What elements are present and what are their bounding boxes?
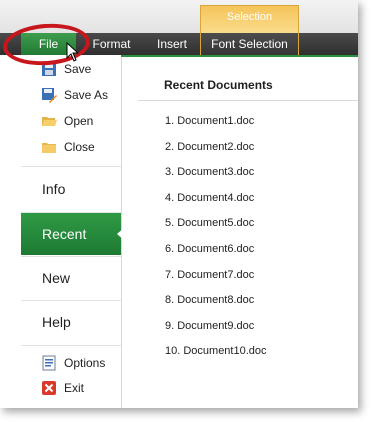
save-as-icon [42,88,57,103]
recent-document-item[interactable]: 8. Document8.doc [165,294,267,320]
open-command[interactable]: Open [21,110,121,132]
save-as-command[interactable]: Save As [21,84,121,106]
recent-documents-title: Recent Documents [164,78,273,92]
folder-close-icon [42,143,56,153]
close-label: Close [64,140,95,154]
open-label: Open [64,114,94,128]
divider [138,100,358,101]
recent-document-item[interactable]: 2. Document2.doc [165,141,267,167]
divider [21,166,121,167]
selected-pointer-icon [117,227,125,241]
application-window: Selection File Format Insert Font Select… [0,0,358,408]
recent-documents-list: 1. Document1.doc 2. Document2.doc 3. Doc… [165,115,267,371]
backstage-item-new[interactable]: New [21,257,121,299]
recent-document-item[interactable]: 5. Document5.doc [165,217,267,243]
save-label: Save [64,62,92,76]
divider [21,345,121,346]
backstage-item-recent[interactable]: Recent [21,213,121,255]
exit-icon [42,381,56,395]
close-command[interactable]: Close [21,136,121,158]
recent-document-item[interactable]: 1. Document1.doc [165,115,267,141]
recent-document-item[interactable]: 7. Document7.doc [165,269,267,295]
recent-document-item[interactable]: 4. Document4.doc [165,192,267,218]
accent-line [121,55,358,57]
exit-command[interactable]: Exit [21,377,121,399]
options-command[interactable]: Options [21,352,121,374]
backstage-item-help[interactable]: Help [21,301,121,343]
mouse-pointer-icon [66,42,80,62]
exit-label: Exit [64,381,85,395]
recent-document-item[interactable]: 9. Document9.doc [165,320,267,346]
recent-document-item[interactable]: 6. Document6.doc [165,243,267,269]
backstage-menu: Save Save As Open Close Info Recent New [21,55,125,408]
options-label: Options [64,356,106,370]
tab-format[interactable]: Format [84,33,139,55]
options-icon [42,355,56,371]
contextual-tab-group-selection: Selection [200,5,299,33]
recent-document-item[interactable]: 3. Document3.doc [165,166,267,192]
tab-insert[interactable]: Insert [148,33,196,55]
backstage-item-info[interactable]: Info [21,168,121,210]
save-as-label: Save As [64,88,109,102]
tab-font-selection[interactable]: Font Selection [200,33,299,55]
folder-open-icon [42,117,57,126]
recent-document-item[interactable]: 10. Document10.doc [165,345,267,371]
